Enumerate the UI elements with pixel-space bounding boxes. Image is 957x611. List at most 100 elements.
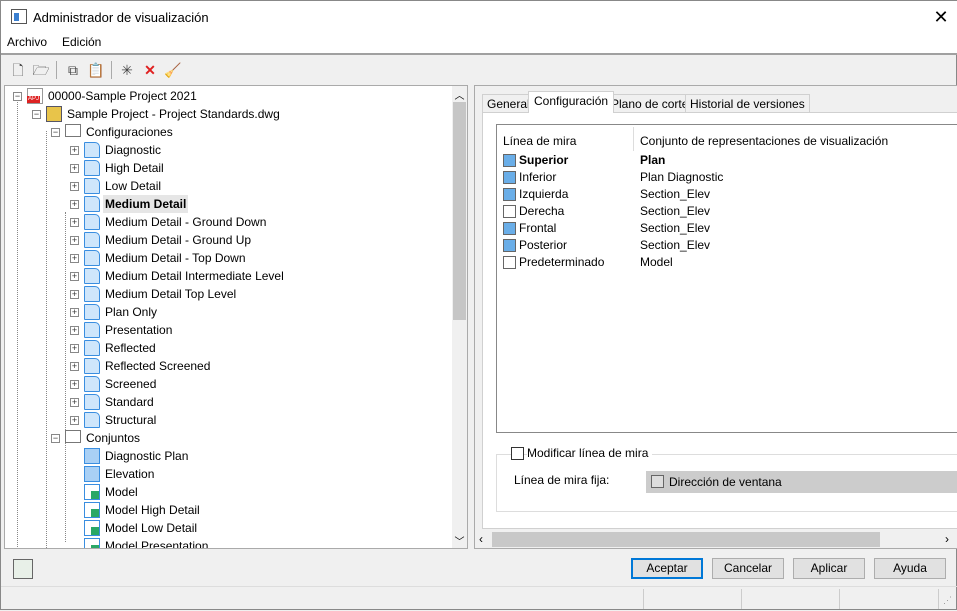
expand-icon[interactable]: +	[70, 416, 79, 425]
tree-item-label: Standard	[105, 395, 154, 409]
expand-icon[interactable]: +	[70, 344, 79, 353]
tree-item[interactable]: + Medium Detail - Top Down	[5, 249, 453, 267]
tree-item[interactable]: + Standard	[5, 393, 453, 411]
expand-icon[interactable]: +	[70, 218, 79, 227]
expand-icon[interactable]: +	[70, 272, 79, 281]
tree-item[interactable]: Model Low Detail	[5, 519, 453, 537]
expand-icon[interactable]: +	[70, 254, 79, 263]
collapse-icon[interactable]: −	[13, 92, 22, 101]
tree-item[interactable]: Diagnostic Plan	[5, 447, 453, 465]
tree-item[interactable]: + Presentation	[5, 321, 453, 339]
cfg-icon	[84, 376, 100, 392]
view-direction-name[interactable]: Inferior	[519, 169, 556, 186]
tree-item[interactable]: + Diagnostic	[5, 141, 453, 159]
resize-grip-icon[interactable]: ⋰	[943, 595, 952, 606]
open-icon[interactable]: 🗁	[32, 61, 50, 79]
view-direction-name[interactable]: Posterior	[519, 237, 567, 254]
tree-panel: −00000-Sample Project 2021−Sample Projec…	[4, 85, 468, 549]
apply-button[interactable]: Aplicar	[793, 558, 865, 579]
tab-historial-de-versiones[interactable]: Historial de versiones	[685, 94, 810, 113]
display-set-value[interactable]: Section_Elev	[640, 237, 710, 254]
model-icon	[84, 502, 100, 518]
tree-item[interactable]: + Screened	[5, 375, 453, 393]
tree-item[interactable]: + Plan Only	[5, 303, 453, 321]
tree-item[interactable]: Model Presentation	[5, 537, 453, 549]
tree-item[interactable]: + Medium Detail Top Level	[5, 285, 453, 303]
display-set-value[interactable]: Section_Elev	[640, 203, 710, 220]
expand-icon[interactable]: +	[70, 146, 79, 155]
view-direction-name[interactable]: Frontal	[519, 220, 556, 237]
expand-icon[interactable]: +	[70, 398, 79, 407]
new-item-icon[interactable]: ✳	[118, 61, 136, 79]
scroll-left-icon[interactable]: ‹	[479, 532, 483, 546]
menu-edicion[interactable]: Edición	[62, 35, 101, 49]
tree-item[interactable]: + Reflected	[5, 339, 453, 357]
view-direction-name[interactable]: Superior	[519, 152, 568, 169]
expand-icon[interactable]: +	[70, 362, 79, 371]
tab-plano-de-corte[interactable]: Plano de corte	[606, 94, 694, 113]
ok-button[interactable]: Aceptar	[631, 558, 703, 579]
expand-icon[interactable]: +	[70, 326, 79, 335]
expand-icon[interactable]: +	[70, 200, 79, 209]
cancel-button[interactable]: Cancelar	[712, 558, 784, 579]
expand-icon[interactable]: +	[70, 182, 79, 191]
tree-item[interactable]: + Medium Detail Intermediate Level	[5, 267, 453, 285]
expand-icon[interactable]: +	[70, 380, 79, 389]
collapse-icon[interactable]: −	[51, 128, 60, 137]
view-direction-name[interactable]: Predeterminado	[519, 254, 604, 271]
purge-icon[interactable]: 🧹	[164, 61, 182, 79]
tab-general[interactable]: General	[482, 94, 535, 113]
tree-item[interactable]: − Configuraciones	[5, 123, 453, 141]
tree-item[interactable]: − Sample Project - Project Standards.dwg	[5, 105, 453, 123]
expand-icon[interactable]: +	[70, 308, 79, 317]
override-checkbox-label[interactable]: Modificar línea de mira	[527, 446, 653, 460]
tree-item[interactable]: Model	[5, 483, 453, 501]
view-direction-name[interactable]: Izquierda	[519, 186, 568, 203]
view-direction-name[interactable]: Derecha	[519, 203, 564, 220]
help-button[interactable]: Ayuda	[874, 558, 946, 579]
delete-icon[interactable]: ✕	[141, 61, 159, 79]
scroll-up-icon[interactable]: ︿	[453, 87, 466, 102]
close-icon[interactable]: ✕	[927, 5, 955, 29]
paste-icon[interactable]: 📋	[87, 61, 105, 79]
horizontal-scroll-thumb[interactable]	[492, 532, 880, 547]
display-set-value[interactable]: Section_Elev	[640, 220, 710, 237]
collapse-icon[interactable]: −	[51, 434, 60, 443]
tree-item[interactable]: + Structural	[5, 411, 453, 429]
tree-item[interactable]: + High Detail	[5, 159, 453, 177]
tree-scroll-thumb[interactable]	[453, 102, 466, 320]
display-set-value[interactable]: Plan Diagnostic	[640, 169, 723, 186]
tree-item[interactable]: + Medium Detail	[5, 195, 453, 213]
tree-item[interactable]: Elevation	[5, 465, 453, 483]
expand-icon[interactable]: +	[70, 164, 79, 173]
new-icon[interactable]: 🗋	[9, 61, 27, 79]
fixed-view-field[interactable]: Dirección de ventana	[646, 471, 957, 493]
override-checkbox[interactable]	[511, 447, 524, 460]
display-manager-icon[interactable]	[13, 559, 33, 579]
copy-icon[interactable]: ⧉	[64, 61, 82, 79]
tree-item[interactable]: + Medium Detail - Ground Up	[5, 231, 453, 249]
collapse-icon[interactable]: −	[32, 110, 41, 119]
display-set-value[interactable]: Plan	[640, 152, 665, 169]
tree-item[interactable]: − 00000-Sample Project 2021	[5, 87, 453, 105]
tree-item[interactable]: + Low Detail	[5, 177, 453, 195]
expand-icon[interactable]: +	[70, 236, 79, 245]
column-divider	[633, 127, 634, 151]
scroll-right-icon[interactable]: ›	[945, 532, 949, 546]
cfg-icon	[84, 196, 100, 212]
tree-item[interactable]: Model High Detail	[5, 501, 453, 519]
folder-icon	[65, 430, 81, 443]
menu-archivo[interactable]: Archivo	[7, 35, 47, 49]
tab-configuracion[interactable]: Configuración	[528, 91, 615, 113]
tree-item[interactable]: − Conjuntos	[5, 429, 453, 447]
display-set-value[interactable]: Model	[640, 254, 673, 271]
scroll-down-icon[interactable]: ﹀	[453, 533, 466, 548]
tree-item-label: Model Presentation	[105, 539, 209, 549]
column-header-set[interactable]: Conjunto de representaciones de visualiz…	[640, 134, 888, 148]
expand-icon[interactable]: +	[70, 290, 79, 299]
tree-item[interactable]: + Medium Detail - Ground Down	[5, 213, 453, 231]
tree-item[interactable]: + Reflected Screened	[5, 357, 453, 375]
display-set-value[interactable]: Section_Elev	[640, 186, 710, 203]
column-header-view[interactable]: Línea de mira	[503, 134, 576, 148]
cfg-icon	[84, 358, 100, 374]
